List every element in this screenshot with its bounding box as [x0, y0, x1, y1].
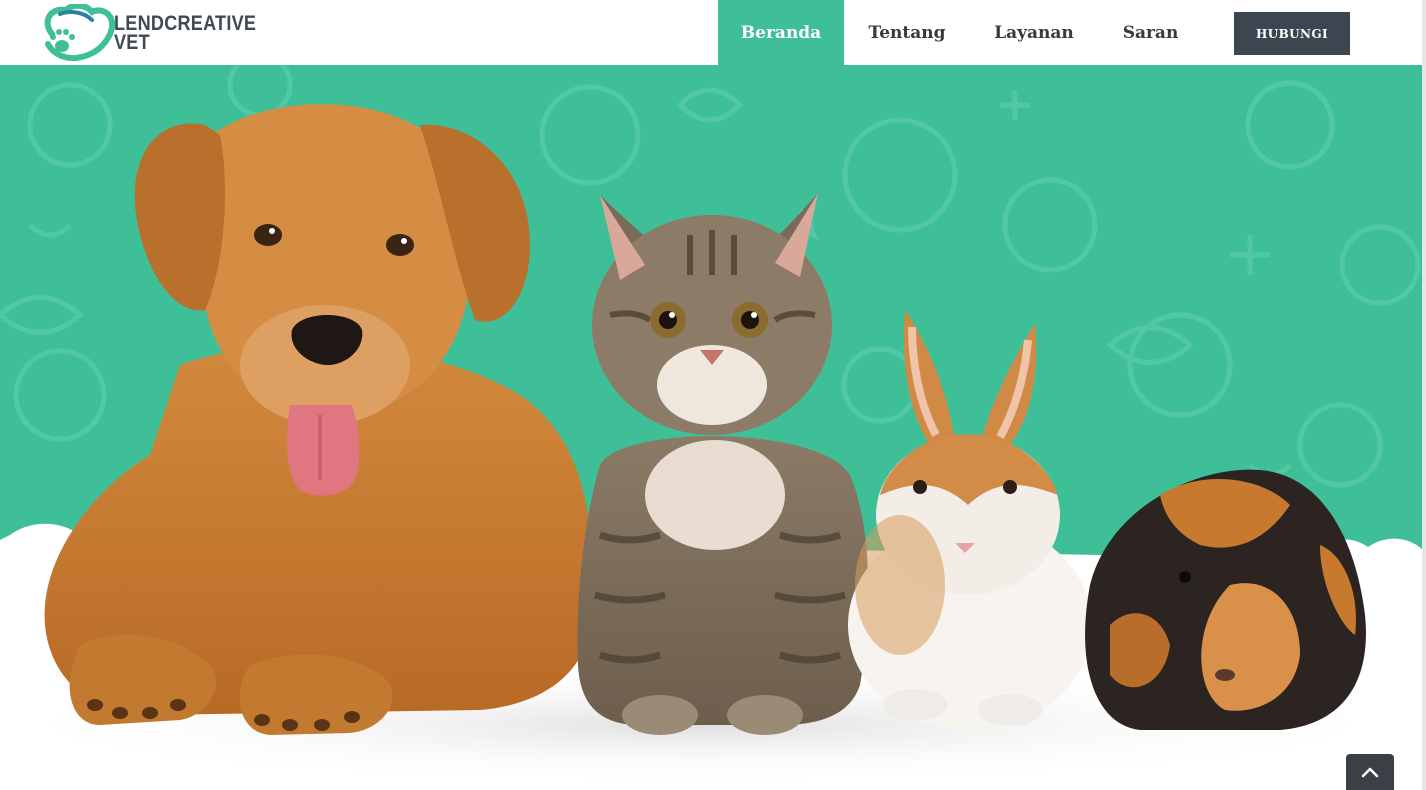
chevron-up-icon	[1361, 767, 1379, 778]
hero-banner	[0, 65, 1426, 790]
brand-line-2: VET	[114, 31, 150, 54]
hero-illustration	[0, 65, 1426, 785]
contact-button[interactable]: HUBUNGI	[1234, 12, 1350, 55]
page-scrollbar[interactable]	[1422, 0, 1426, 790]
back-to-top-button[interactable]	[1346, 754, 1394, 790]
nav-item-tentang[interactable]: Tentang	[844, 0, 970, 65]
site-header: LENDCREATIVE VET Beranda Tentang Layanan…	[0, 0, 1426, 65]
main-nav: Beranda Tentang Layanan Saran	[718, 0, 1203, 65]
nav-item-beranda[interactable]: Beranda	[718, 0, 844, 65]
logo[interactable]: LENDCREATIVE VET	[40, 2, 279, 62]
nav-item-layanan[interactable]: Layanan	[970, 0, 1098, 65]
paw-heart-icon	[40, 2, 116, 62]
nav-item-saran[interactable]: Saran	[1098, 0, 1203, 65]
brand-name: LENDCREATIVE VET	[114, 13, 256, 54]
